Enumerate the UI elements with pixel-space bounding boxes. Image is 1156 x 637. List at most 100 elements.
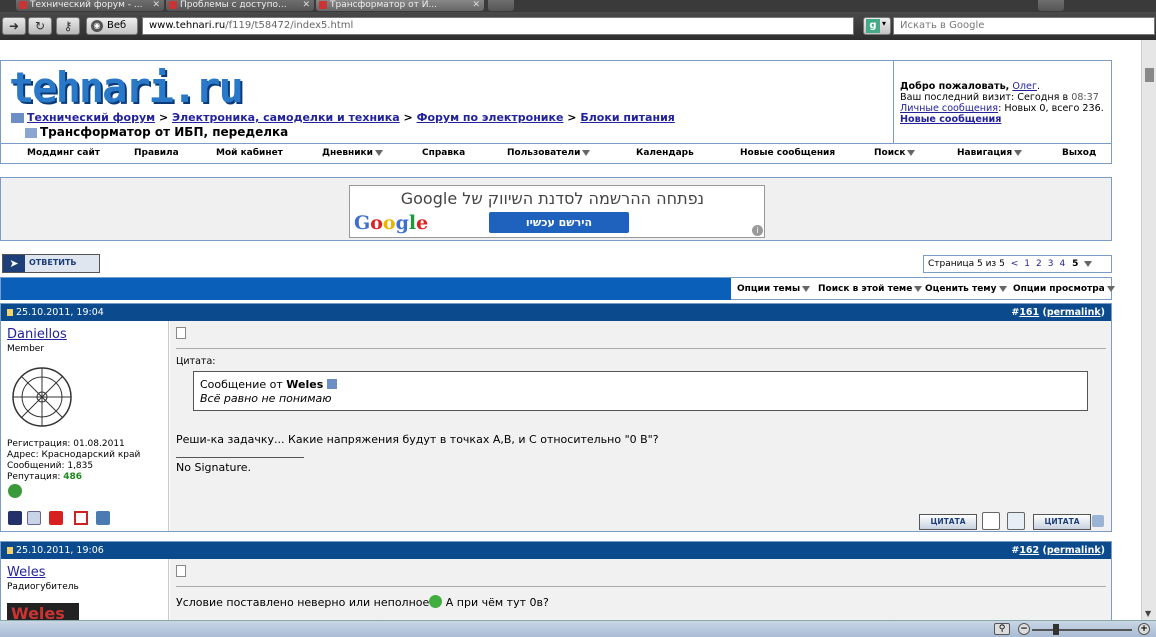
network-icon[interactable] [27, 511, 41, 525]
quote-marks-icon[interactable] [982, 512, 1000, 530]
nav-my-cabinet[interactable]: Мой кабинет [216, 148, 283, 158]
view-options-menu[interactable]: Опции просмотра [1013, 284, 1115, 294]
option-label: Опции просмотра [1013, 284, 1105, 294]
google-logo: Google [354, 212, 429, 234]
browser-tab-active[interactable]: Трансформатор от И... ✕ [316, 0, 484, 11]
post: 25.10.2011, 19:06 #162 (permalink) Weles… [0, 541, 1112, 620]
username-link[interactable]: Weles [7, 565, 45, 580]
warning-icon[interactable] [74, 511, 88, 525]
permalink-link[interactable]: permalink [1047, 545, 1101, 556]
nav-diaries[interactable]: Дневники [322, 148, 383, 158]
site-logo[interactable]: tehnari.ru [9, 65, 244, 111]
post-number-link[interactable]: 161 [1019, 307, 1039, 318]
vertical-scrollbar[interactable]: ▼ [1141, 40, 1156, 620]
tab-close-icon[interactable]: ✕ [152, 0, 160, 10]
nav-new-posts[interactable]: Новые сообщения [740, 148, 835, 158]
quote-button[interactable]: ЦИТАТА [919, 514, 977, 530]
options-bar-fill [1, 278, 731, 300]
post-text-part: А при чём тут 0в? [442, 596, 549, 609]
divider [176, 348, 1106, 349]
username-link[interactable]: Олег [1012, 81, 1037, 92]
ad-register-button[interactable]: הירשם עכשיו [489, 212, 629, 233]
last-visit-time: 08:37 [1071, 92, 1099, 103]
page-link[interactable]: 3 [1048, 259, 1054, 269]
current-page: 5 [1072, 259, 1079, 269]
url-path: /f119/t58472/index5.html [225, 20, 354, 31]
pm-stats: : Новых 0, всего 236. [998, 103, 1104, 114]
option-label: Оценить тему [925, 284, 997, 294]
breadcrumb-link[interactable]: Технический форум [27, 111, 155, 124]
nav-search[interactable]: Поиск [874, 148, 916, 158]
search-input[interactable]: Искать в Google [893, 17, 1155, 35]
edit-icon[interactable] [1007, 512, 1025, 530]
prev-page-link[interactable]: < [1011, 259, 1019, 269]
ad-headline[interactable]: נפתחה ההרשמה לסדנת השיווק של Google [401, 189, 704, 208]
scrollbar-thumb[interactable] [1145, 68, 1154, 82]
scroll-down-icon[interactable]: ▼ [1145, 609, 1151, 618]
quote-author: Weles [286, 378, 324, 391]
reload-icon[interactable]: ↻ [28, 17, 52, 35]
browser-tab-strip: Технический форум - ... ✕ Проблемы с дос… [0, 0, 1156, 12]
tab-close-icon[interactable]: ✕ [302, 0, 310, 10]
forward-button[interactable]: ➜ [2, 17, 26, 35]
reply-button[interactable]: ➤ ОТВЕТИТЬ [2, 254, 100, 273]
thread-options-menu[interactable]: Опции темы [737, 284, 811, 294]
forum-home-icon[interactable] [11, 113, 24, 123]
view-post-icon[interactable] [326, 379, 337, 389]
nav-rules[interactable]: Правила [134, 148, 179, 158]
avatar[interactable] [11, 366, 73, 428]
new-tab-button[interactable] [488, 0, 514, 11]
ad-info-icon[interactable]: i [752, 225, 763, 236]
url-domain: www.tehnari.ru [149, 20, 226, 31]
nav-calendar[interactable]: Календарь [636, 148, 694, 158]
tab-label: Технический форум - ... [30, 0, 143, 10]
nav-modding[interactable]: Моддинг сайт [27, 148, 100, 158]
dropdown-arrow-icon[interactable] [1084, 260, 1093, 267]
zoom-slider-handle[interactable] [1053, 624, 1059, 635]
google-ad[interactable]: נפתחה ההרשמה לסדנת השיווק של Google Goog… [349, 185, 765, 238]
private-messages-link[interactable]: Личные сообщения [900, 103, 998, 114]
thread-title-text: Трансформатор от ИБП, переделка [40, 125, 289, 139]
multiquote-toggle-icon[interactable] [1092, 515, 1104, 527]
flag-icon[interactable] [49, 511, 63, 525]
tab-menu-button[interactable] [1038, 0, 1064, 11]
search-engine-selector[interactable]: g ▾ [863, 17, 891, 35]
tab-label: Трансформатор от И... [330, 0, 438, 10]
zoom-slider[interactable] [1032, 629, 1132, 631]
rate-thread-menu[interactable]: Оценить тему [925, 284, 1007, 294]
computer-icon[interactable] [96, 511, 110, 525]
nav-navigation[interactable]: Навигация [957, 148, 1023, 158]
zoom-in-button[interactable]: + [1138, 623, 1150, 635]
web-button[interactable]: ◉ Веб [86, 17, 138, 35]
nav-users[interactable]: Пользователи [507, 148, 591, 158]
new-posts-link[interactable]: Новые сообщения [900, 114, 1001, 125]
tab-close-icon[interactable]: ✕ [472, 0, 480, 10]
zoom-icon[interactable]: ⚲ [994, 623, 1010, 635]
browser-tab[interactable]: Проблемы с доступо... ✕ [166, 0, 314, 11]
breadcrumb-link[interactable]: Электроника, самоделки и техника [172, 111, 400, 124]
address-bar[interactable]: www.tehnari.ru/f119/t58472/index5.html [142, 17, 854, 35]
profile-icon[interactable] [8, 511, 22, 525]
avatar[interactable]: Weles [7, 603, 79, 620]
key-icon[interactable]: ⚷ [56, 17, 80, 35]
breadcrumb-link[interactable]: Форум по электронике [417, 111, 564, 124]
page-link[interactable]: 1 [1024, 259, 1030, 269]
username-link[interactable]: Daniellos [7, 327, 67, 342]
reply-label: ОТВЕТИТЬ [29, 258, 77, 267]
post-icon [176, 565, 186, 577]
page-link[interactable]: 4 [1059, 259, 1065, 269]
nav-logout[interactable]: Выход [1062, 148, 1096, 158]
zoom-out-button[interactable]: − [1018, 623, 1030, 635]
search-thread-menu[interactable]: Поиск в этой теме [818, 284, 923, 294]
permalink-link[interactable]: permalink [1047, 307, 1101, 318]
breadcrumb-separator: > [158, 111, 169, 124]
breadcrumb: Технический форум > Электроника, самодел… [11, 111, 675, 124]
page-link[interactable]: 2 [1036, 259, 1042, 269]
nav-help[interactable]: Справка [422, 148, 465, 158]
nav-bar: Моддинг сайт Правила Мой кабинет Дневник… [0, 144, 1112, 164]
browser-tab[interactable]: Технический форум - ... ✕ [16, 0, 164, 11]
post-number-link[interactable]: 162 [1019, 545, 1039, 556]
multiquote-button[interactable]: ЦИТАТА [1033, 514, 1091, 530]
breadcrumb-link[interactable]: Блоки питания [580, 111, 674, 124]
post-text: Условие поставлено неверно или неполное … [176, 595, 549, 609]
